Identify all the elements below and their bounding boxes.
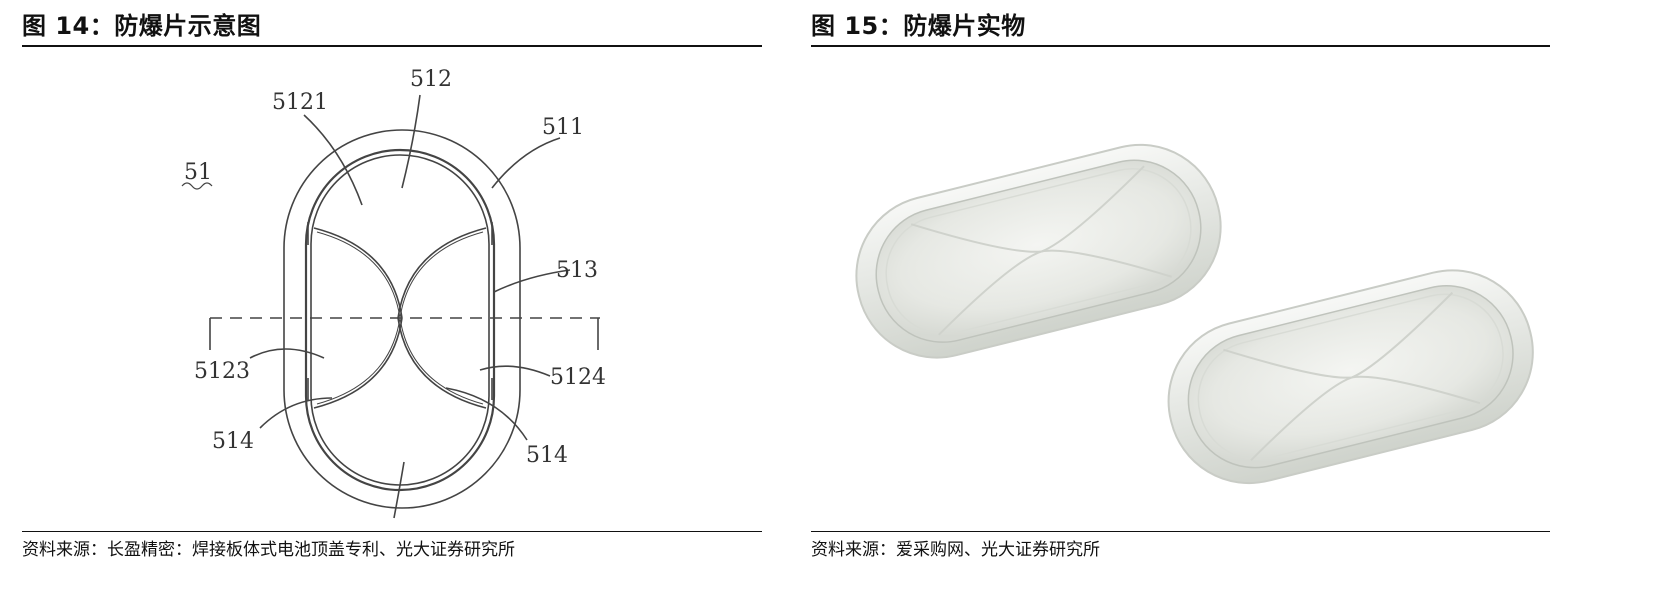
label-514-right: 514 [526, 443, 568, 468]
disc-2 [1167, 269, 1534, 485]
label-513: 513 [556, 258, 598, 283]
disc-1 [855, 143, 1222, 359]
explosion-proof-disc-photo [855, 143, 1534, 485]
figure-15-bottom-rule [811, 531, 1550, 532]
label-5123: 5123 [194, 359, 250, 384]
explosion-proof-disc-diagram: 512 5121 511 51 513 5123 5124 514 514 [181, 67, 606, 519]
cross-curve-upper-right [397, 227, 487, 319]
label-51: 51 [184, 160, 212, 185]
figure-14-source: 资料来源：长盈精密：焊接板体式电池顶盖专利、光大证券研究所 [22, 540, 515, 560]
figure-14-bottom-rule [22, 531, 762, 532]
figure-15-source: 资料来源：爱采购网、光大证券研究所 [811, 540, 1100, 560]
label-5124: 5124 [550, 365, 606, 390]
leader-5124 [479, 365, 551, 377]
label-5121: 5121 [272, 90, 328, 115]
cross-curve-lower-left [313, 317, 403, 409]
leader-5123 [249, 348, 325, 359]
leader-512 [401, 94, 421, 189]
label-511: 511 [542, 115, 584, 140]
cross-curve-upper-left [313, 227, 403, 319]
label-512: 512 [410, 67, 452, 92]
leader-5121 [303, 114, 363, 206]
leader-511 [491, 137, 561, 189]
cross-curve-lower-right [397, 317, 487, 409]
label-514-left: 514 [212, 429, 254, 454]
